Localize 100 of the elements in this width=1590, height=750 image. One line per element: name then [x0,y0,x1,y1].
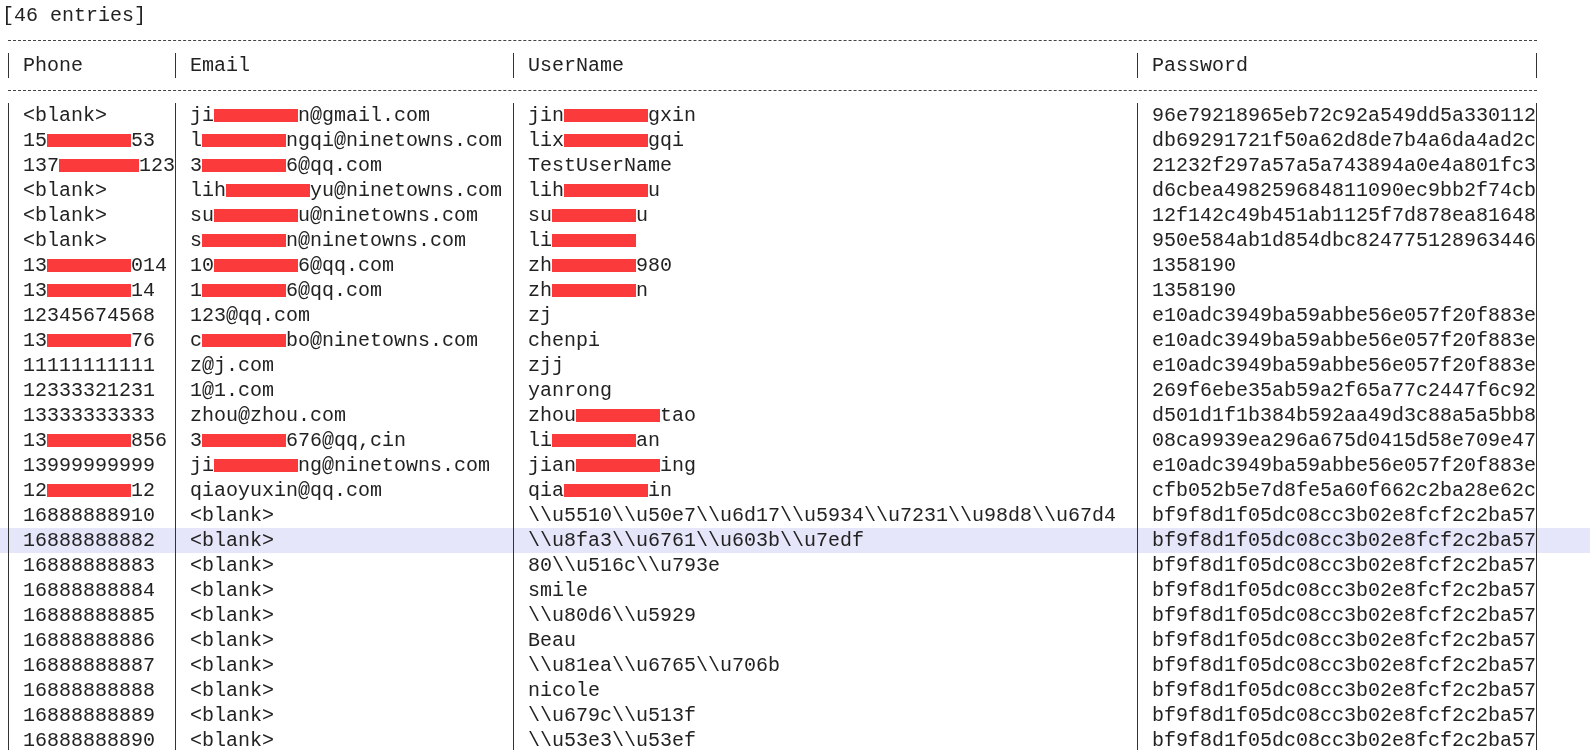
table-cell: d501d1f1b384b592aa49d3c88a5a5bb8 [1152,403,1537,428]
table-cell: zhou@zhou.com [190,403,347,428]
table-cell: smile [528,578,588,603]
table-cell: \\u80d6\\u5929 [528,603,697,628]
cell-text: ngqi@ninetowns.com [286,128,503,153]
table-cell: 13333333333 [23,403,156,428]
table-cell: <blank> [23,203,107,228]
cell-text: an [636,428,661,453]
table-cell: 16888888885 [23,603,156,628]
cell-text: 3 [190,153,202,178]
table-cell: 21232f297a57a5a743894a0e4a801fc3 [1152,153,1537,178]
table-cell: \\u5510\\u50e7\\u6d17\\u5934\\u7231\\u98d8\\u67d4 [528,503,1117,528]
cell-text: tao [660,403,697,428]
table-cell: <blank> [190,503,274,528]
column-header: UserName [528,53,624,78]
table-cell: <blank> [190,528,274,553]
table-cell: 16888888888 [23,678,156,703]
column-header: Email [190,53,250,78]
table-cell: chenpi [528,328,600,353]
table-cell: 12f142c49b451ab1125f7d878ea81648 [1152,203,1537,228]
table-cell: bf9f8d1f05dc08cc3b02e8fcf2c2ba57 [1152,528,1537,553]
table-cell: bf9f8d1f05dc08cc3b02e8fcf2c2ba57 [1152,553,1537,578]
cell-text: 13 [23,278,47,303]
table-cell: 1358190 [1152,253,1236,278]
cell-text: li [528,428,552,453]
cell-text: n [636,278,649,303]
table-cell: e10adc3949ba59abbe56e057f20f883e [1152,453,1537,478]
table-cell: zjj [528,353,564,378]
table-cell: bf9f8d1f05dc08cc3b02e8fcf2c2ba57 [1152,728,1537,750]
table-cell: bf9f8d1f05dc08cc3b02e8fcf2c2ba57 [1152,653,1537,678]
table-cell: 16888888889 [23,703,156,728]
cell-text: n@gmail.com [298,103,431,128]
table-cell: zj [528,303,552,328]
cell-text: gxin [648,103,697,128]
cell-text: 856 [131,428,168,453]
cell-text: 53 [131,128,156,153]
cell-text: zh [528,278,552,303]
table-cell: bf9f8d1f05dc08cc3b02e8fcf2c2ba57 [1152,678,1537,703]
table-cell: \\u679c\\u513f [528,703,697,728]
table-cell: db69291721f50a62d8de7b4a6da4ad2c [1152,128,1537,153]
table-cell: TestUserName [528,153,673,178]
cell-text: 137 [23,153,59,178]
cell-text: 15 [23,128,47,153]
table-cell: 80\\u516c\\u793e [528,553,721,578]
table-cell: \\u8fa3\\u6761\\u603b\\u7edf [528,528,865,553]
table-cell: 16888888883 [23,553,156,578]
cell-text: ji [190,453,214,478]
table-cell: yanrong [528,378,612,403]
table-cell: 123@qq.com [190,303,311,328]
cell-text: u@ninetowns.com [298,203,479,228]
cell-text: 3 [190,428,202,453]
cell-text: 13 [23,328,47,353]
cell-text: qia [528,478,564,503]
cell-text: 6@qq.com [286,278,383,303]
cell-text: lih [528,178,564,203]
table-cell: 950e584ab1d854dbc824775128963446 [1152,228,1537,253]
cell-text: u [648,178,661,203]
table-cell: 13999999999 [23,453,156,478]
table-cell: 12333321231 [23,378,156,403]
table-cell: 11111111111 [23,353,156,378]
cell-text: c [190,328,202,353]
cell-text: u [636,203,649,228]
cell-text: su [190,203,214,228]
cell-text: 1 [190,278,202,303]
cell-text: ji [190,103,214,128]
table-cell: cfb052b5e7d8fe5a60f662c2ba28e62c [1152,478,1537,503]
table-cell: \\u81ea\\u6765\\u706b [528,653,781,678]
cell-text: 13 [23,428,47,453]
table-cell: z@j.com [190,353,274,378]
cell-text: jian [528,453,576,478]
table-cell: 269f6ebe35ab59a2f65a77c2447f6c92 [1152,378,1537,403]
table-cell: 12345674568 [23,303,156,328]
cell-text: lih [190,178,226,203]
table-cell: e10adc3949ba59abbe56e057f20f883e [1152,353,1537,378]
cell-text: li [528,228,552,253]
cell-text: ng@ninetowns.com [298,453,491,478]
cell-text: n@ninetowns.com [286,228,467,253]
cell-text: l [190,128,202,153]
cell-text: s [190,228,202,253]
table-cell: 1@1.com [190,378,274,403]
table-cell: d6cbea498259684811090ec9bb2f74cb [1152,178,1537,203]
table-cell: bf9f8d1f05dc08cc3b02e8fcf2c2ba57 [1152,628,1537,653]
cell-text: 6@qq.com [298,253,395,278]
table-cell: 96e79218965eb72c92a549dd5a330112 [1152,103,1537,128]
cell-text: 12 [131,478,156,503]
table-cell: Beau [528,628,576,653]
table-cell: e10adc3949ba59abbe56e057f20f883e [1152,328,1537,353]
table-cell: 08ca9939ea296a675d0415d58e709e47 [1152,428,1537,453]
table-cell: 16888888886 [23,628,156,653]
table-cell: <blank> [190,703,274,728]
cell-text: 12 [23,478,47,503]
cell-text: 014 [131,253,168,278]
cell-text: 6@qq.com [286,153,383,178]
table-cell: bf9f8d1f05dc08cc3b02e8fcf2c2ba57 [1152,703,1537,728]
table-cell: bf9f8d1f05dc08cc3b02e8fcf2c2ba57 [1152,603,1537,628]
table-cell: 16888888882 [23,528,156,553]
table-cell: 16888888910 [23,503,156,528]
cell-text: zh [528,253,552,278]
cell-text: 10 [190,253,214,278]
table-cell: \\u53e3\\u53ef [528,728,697,750]
